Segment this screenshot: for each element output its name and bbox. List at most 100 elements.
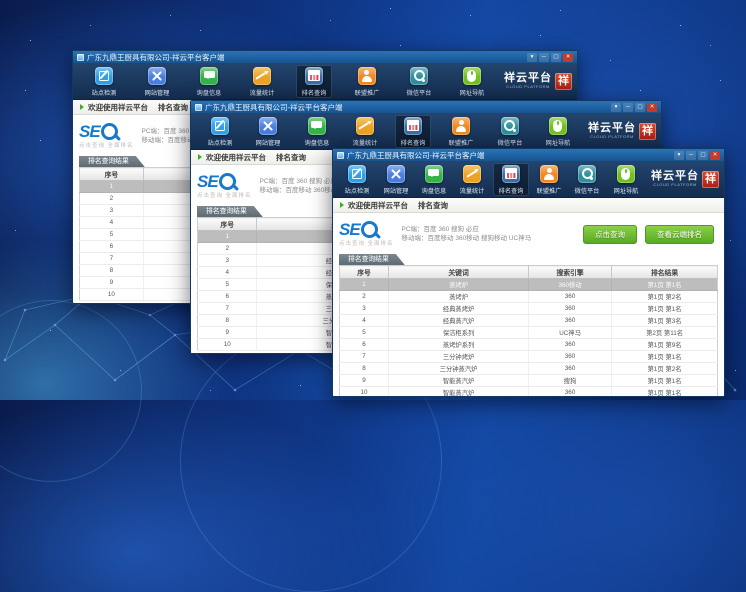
seo-logo-text: SE [339, 221, 360, 238]
toolbar-item-site-check[interactable]: 站点检测 [202, 115, 238, 148]
cell-keyword: 蒸烤炉 [389, 279, 529, 291]
maximize-button[interactable]: ▢ [635, 103, 645, 112]
cell-no: 7 [340, 351, 389, 363]
tab-ranking-results[interactable]: 排名查询结果 [339, 254, 405, 265]
toolbar-item-site-manage[interactable]: 网站管理 [250, 115, 286, 148]
table-row[interactable]: 3经典蒸烤炉360第1页 第1名 [340, 303, 718, 315]
toolbar-item-nav[interactable]: 网址导航 [540, 115, 576, 148]
app-icon [195, 104, 202, 111]
toolbar-item-traffic[interactable]: 流量统计 [347, 115, 383, 148]
brand-subtitle: CLOUD PLATFORM [504, 84, 552, 89]
cell-engine: 360 [528, 387, 611, 398]
toolbar-item-alliance[interactable]: 联盟推广 [531, 163, 567, 196]
skin-button[interactable]: ▾ [611, 103, 621, 112]
table-header-row: 序号 关键词 搜索引擎 排名结果 [340, 266, 718, 279]
toolbar-item-alliance[interactable]: 联盟推广 [349, 65, 385, 98]
main-toolbar: 站点检测网站管理询盘信息流量统计排名查询联盟推广微信平台网址导航 祥云平台 CL… [191, 113, 661, 150]
cell-rank: 第1页 第1名 [612, 387, 718, 398]
seo-panel: SE 点击查询 全面排名 PC端：百度 360 搜狗 必应 移动端：百度移动 3… [339, 216, 718, 252]
breadcrumb-welcome: 欢迎使用祥云平台 [206, 152, 266, 163]
cell-keyword: 三分钟烤炉 [389, 351, 529, 363]
toolbar-item-wechat[interactable]: 微信平台 [569, 163, 605, 196]
close-button[interactable]: ✕ [647, 103, 657, 112]
toolbar-item-site-manage[interactable]: 网站管理 [378, 163, 414, 196]
alliance-icon [540, 165, 558, 183]
toolbar-item-site-manage[interactable]: 网站管理 [139, 65, 175, 98]
toolbar-item-label: 联盟推广 [449, 137, 474, 147]
ranking-table: 序号 关键词 搜索引擎 排名结果 1蒸烤炉360移动第1页 第1名2蒸烤炉360… [339, 265, 718, 397]
skin-button[interactable]: ▾ [674, 151, 684, 160]
cloud-ranking-button[interactable]: 查看云端排名 [645, 225, 714, 244]
toolbar-item-ranking[interactable]: 排名查询 [296, 65, 332, 98]
desktop: { "accent_colors":{"titlebar_blue":"#1b5… [0, 0, 746, 400]
minimize-button[interactable]: ─ [539, 53, 549, 62]
table-row[interactable]: 9智能蒸汽炉搜狗第1页 第1名 [340, 375, 718, 387]
close-button[interactable]: ✕ [563, 53, 573, 62]
cell-no: 2 [340, 291, 389, 303]
site-check-icon [211, 117, 229, 135]
toolbar-item-alliance[interactable]: 联盟推广 [443, 115, 479, 148]
cell-engine: 360 [528, 291, 611, 303]
site-manage-icon [148, 67, 166, 85]
cell-no: 3 [80, 205, 144, 217]
tab-ranking-results[interactable]: 排名查询结果 [79, 156, 145, 167]
brand-badge-icon: 祥 [639, 123, 656, 140]
tab-ranking-results[interactable]: 排名查询结果 [197, 206, 263, 217]
cell-engine: 360 [528, 363, 611, 375]
toolbar-item-inquiry[interactable]: 询盘信息 [416, 163, 452, 196]
table-row[interactable]: 2蒸烤炉360第1页 第2名 [340, 291, 718, 303]
toolbar-item-site-check[interactable]: 站点检测 [339, 163, 375, 196]
toolbar-item-inquiry[interactable]: 询盘信息 [191, 65, 227, 98]
toolbar-item-ranking[interactable]: 排名查询 [395, 115, 431, 148]
toolbar-item-nav[interactable]: 网址导航 [454, 65, 490, 98]
cell-no: 7 [80, 253, 144, 265]
toolbar-item-label: 排名查询 [401, 137, 426, 147]
engines-pc: PC端：百度 360 搜狗 必应 [402, 225, 532, 235]
table-row[interactable]: 6蒸烤炉系列360第1页 第9名 [340, 339, 718, 351]
cell-rank: 第1页 第2名 [612, 363, 718, 375]
toolbar-item-label: 网址导航 [546, 137, 571, 147]
table-row[interactable]: 5保洁柜系列UC神马第2页 第11名 [340, 327, 718, 339]
toolbar-item-traffic[interactable]: 流量统计 [454, 163, 490, 196]
close-button[interactable]: ✕ [710, 151, 720, 160]
cell-no: 3 [198, 255, 257, 267]
toolbar-item-label: 流量统计 [460, 185, 485, 195]
cell-no: 8 [80, 265, 144, 277]
cell-no: 2 [198, 243, 257, 255]
skin-button[interactable]: ▾ [527, 53, 537, 62]
site-manage-icon [387, 165, 405, 183]
cell-no: 5 [198, 279, 257, 291]
minimize-button[interactable]: ─ [686, 151, 696, 160]
toolbar-item-wechat[interactable]: 微信平台 [401, 65, 437, 98]
toolbar-item-nav[interactable]: 网址导航 [608, 163, 644, 196]
maximize-button[interactable]: ▢ [551, 53, 561, 62]
brand-badge-icon: 祥 [702, 171, 719, 188]
inquiry-icon [425, 165, 443, 183]
toolbar-item-inquiry[interactable]: 询盘信息 [299, 115, 335, 148]
toolbar-item-label: 网站管理 [256, 137, 281, 147]
cell-no: 6 [340, 339, 389, 351]
window-title: 广东九鼎王厨具有限公司-祥云平台客户端 [347, 150, 485, 161]
cell-engine: 搜狗 [528, 375, 611, 387]
toolbar-item-wechat[interactable]: 微信平台 [492, 115, 528, 148]
cell-no: 4 [80, 217, 144, 229]
table-row[interactable]: 4经典蒸汽炉360第1页 第3名 [340, 315, 718, 327]
toolbar-item-label: 流量统计 [353, 137, 378, 147]
table-row[interactable]: 8三分钟蒸汽炉360第1页 第2名 [340, 363, 718, 375]
toolbar-item-site-check[interactable]: 站点检测 [86, 65, 122, 98]
toolbar-item-label: 询盘信息 [422, 185, 447, 195]
query-button[interactable]: 点击查询 [583, 225, 637, 244]
cell-rank: 第1页 第2名 [612, 291, 718, 303]
toolbar-item-ranking[interactable]: 排名查询 [493, 163, 529, 196]
toolbar-item-traffic[interactable]: 流量统计 [244, 65, 280, 98]
toolbar-item-label: 联盟推广 [354, 87, 379, 97]
cell-no: 5 [80, 229, 144, 241]
minimize-button[interactable]: ─ [623, 103, 633, 112]
maximize-button[interactable]: ▢ [698, 151, 708, 160]
toolbar-item-label: 网址导航 [613, 185, 638, 195]
cell-no: 5 [340, 327, 389, 339]
table-row[interactable]: 10智能蒸汽炉360第1页 第1名 [340, 387, 718, 398]
table-row[interactable]: 7三分钟烤炉360第1页 第1名 [340, 351, 718, 363]
toolbar-item-label: 微信平台 [575, 185, 600, 195]
table-row[interactable]: 1蒸烤炉360移动第1页 第1名 [340, 279, 718, 291]
